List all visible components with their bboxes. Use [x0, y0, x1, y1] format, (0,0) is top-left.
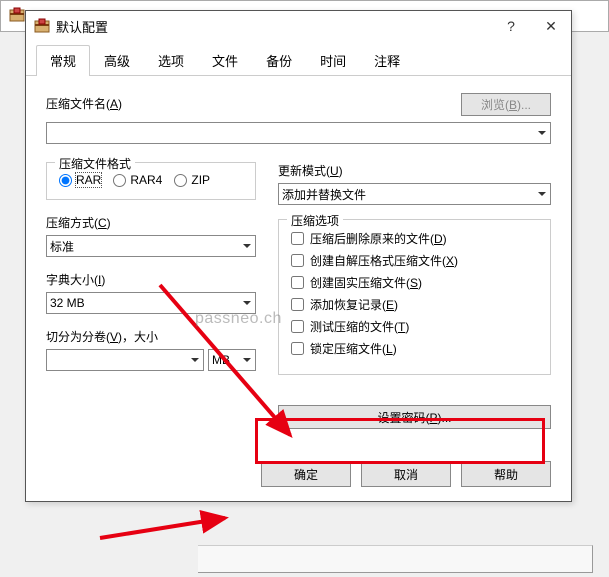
tab-comment[interactable]: 注释 [360, 45, 414, 75]
option-solid[interactable]: 创建固实压缩文件(S) [291, 274, 538, 291]
archive-name-label: 压缩文件名(A) [46, 95, 451, 112]
radio-rar[interactable]: RAR [59, 173, 101, 187]
tab-bar: 常规 高级 选项 文件 备份 时间 注释 [26, 41, 571, 76]
tab-files[interactable]: 文件 [198, 45, 252, 75]
option-sfx[interactable]: 创建自解压格式压缩文件(X) [291, 252, 538, 269]
options-group-title: 压缩选项 [287, 212, 343, 229]
tab-general[interactable]: 常规 [36, 45, 90, 75]
split-size-input[interactable] [46, 349, 204, 371]
close-button[interactable]: ✕ [531, 11, 571, 41]
dictionary-size-label: 字典大小(I) [46, 271, 256, 288]
option-lock[interactable]: 锁定压缩文件(L) [291, 340, 538, 357]
tab-time[interactable]: 时间 [306, 45, 360, 75]
compression-method-select[interactable] [46, 235, 256, 257]
compression-method-label: 压缩方式(C) [46, 214, 256, 231]
radio-rar4[interactable]: RAR4 [113, 173, 162, 187]
tab-options[interactable]: 选项 [144, 45, 198, 75]
update-mode-label: 更新模式(U) [278, 162, 551, 179]
titlebar: 默认配置 ? ✕ [26, 11, 571, 41]
ok-button[interactable]: 确定 [261, 461, 351, 487]
radio-zip[interactable]: ZIP [174, 173, 210, 187]
archive-name-input[interactable] [46, 122, 551, 144]
set-password-button[interactable]: 设置密码(P)... [278, 405, 551, 429]
tab-advanced[interactable]: 高级 [90, 45, 144, 75]
format-group-title: 压缩文件格式 [55, 155, 135, 172]
winrar-icon [9, 7, 25, 23]
browse-button[interactable]: 浏览(B)... [461, 93, 551, 116]
default-profile-dialog: 默认配置 ? ✕ 常规 高级 选项 文件 备份 时间 注释 压缩文件名(A) 浏… [25, 10, 572, 502]
split-volumes-label: 切分为分卷(V)，大小 [46, 328, 256, 345]
background-strip [198, 545, 593, 573]
option-recovery[interactable]: 添加恢复记录(E) [291, 296, 538, 313]
option-test[interactable]: 测试压缩的文件(T) [291, 318, 538, 335]
dialog-title: 默认配置 [56, 17, 491, 36]
option-delete-after[interactable]: 压缩后删除原来的文件(D) [291, 230, 538, 247]
winrar-icon [34, 18, 50, 34]
split-unit-select[interactable] [208, 349, 256, 371]
help-button[interactable]: ? [491, 11, 531, 41]
tab-backup[interactable]: 备份 [252, 45, 306, 75]
dialog-button-bar: 确定 取消 帮助 [26, 449, 571, 501]
dictionary-size-select[interactable] [46, 292, 256, 314]
dialog-body: 压缩文件名(A) 浏览(B)... 压缩文件格式 RAR RAR4 ZIP [26, 75, 571, 449]
update-mode-select[interactable] [278, 183, 551, 205]
annotation-arrow-2 [95, 508, 235, 543]
help-button-bottom[interactable]: 帮助 [461, 461, 551, 487]
cancel-button[interactable]: 取消 [361, 461, 451, 487]
